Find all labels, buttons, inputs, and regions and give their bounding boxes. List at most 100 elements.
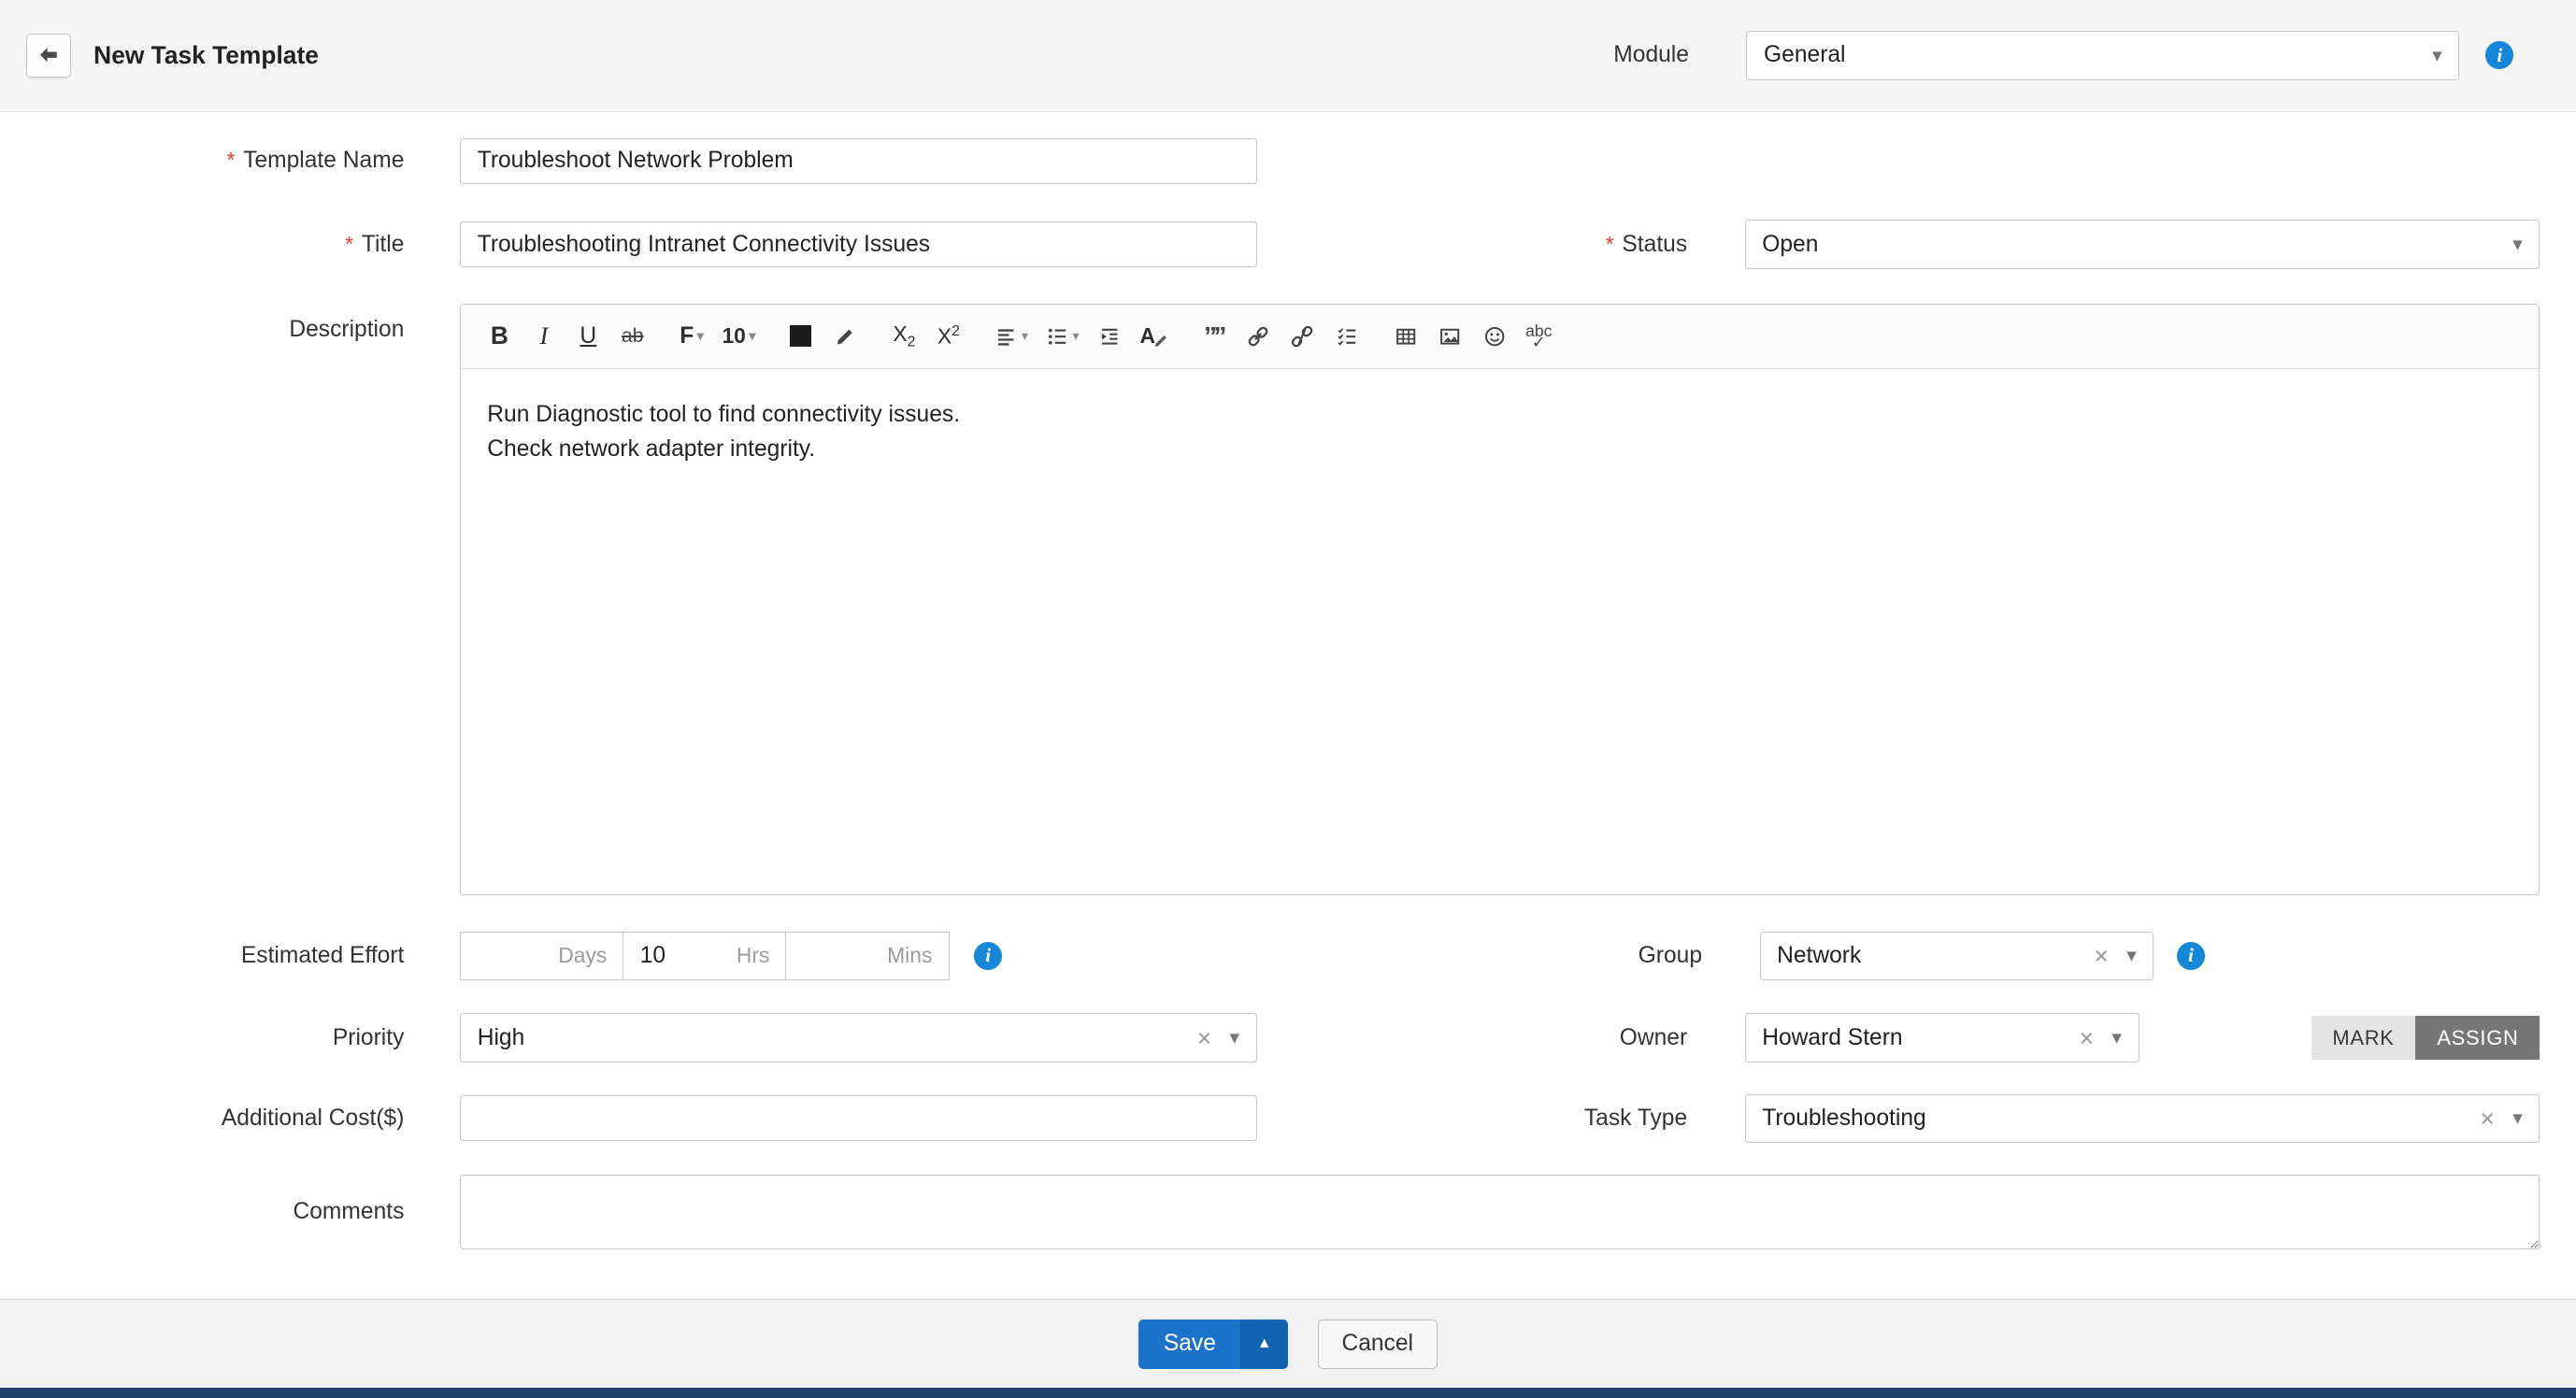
font-color-swatch-icon — [790, 325, 811, 347]
align-left-icon — [994, 324, 1018, 349]
chevron-down-icon: ▾ — [2111, 1028, 2122, 1048]
italic-button[interactable]: I — [523, 314, 565, 358]
page-title: New Task Template — [93, 41, 319, 70]
chevron-down-icon: ▾ — [749, 328, 755, 344]
title-status-row: *Title * Status Open ▾ — [0, 220, 2540, 269]
subscript-button[interactable]: X2 — [883, 314, 924, 358]
comments-row: Comments — [0, 1175, 2540, 1250]
save-button[interactable]: Save — [1138, 1320, 1240, 1369]
status-label: * Status — [1257, 232, 1745, 258]
remove-link-button[interactable] — [1281, 314, 1323, 358]
strikethrough-icon: ab — [622, 325, 643, 348]
italic-icon: I — [539, 322, 548, 350]
font-family-icon: F — [680, 323, 694, 350]
highlight-button[interactable] — [824, 314, 866, 358]
chevron-down-icon: ▾ — [2432, 46, 2442, 65]
emoji-button[interactable] — [1474, 314, 1515, 358]
strikethrough-button[interactable]: ab — [612, 314, 653, 358]
header-bar: New Task Template Module General ▾ i — [0, 0, 2576, 112]
back-button[interactable] — [26, 34, 70, 78]
underline-button[interactable]: U — [567, 314, 608, 358]
comments-textarea[interactable] — [460, 1175, 2540, 1250]
priority-value: High — [478, 1025, 1188, 1051]
assign-button[interactable]: ASSIGN — [2415, 1016, 2540, 1060]
additional-cost-input[interactable] — [460, 1095, 1256, 1141]
effort-days-unit: Days — [558, 943, 607, 968]
effort-days-input[interactable]: Days — [460, 932, 624, 981]
module-dropdown[interactable]: General ▾ — [1746, 31, 2459, 80]
spellcheck-button[interactable]: abc✓ — [1518, 314, 1559, 358]
link-icon — [1245, 323, 1271, 350]
new-task-template-page: New Task Template Module General ▾ i * Te… — [0, 0, 2576, 1398]
description-label: Description — [0, 304, 460, 343]
chevron-down-icon: ▾ — [1229, 1028, 1239, 1048]
chevron-down-icon: ▾ — [2512, 235, 2523, 254]
module-info-icon[interactable]: i — [2485, 41, 2513, 69]
owner-value: Howard Stern — [1762, 1025, 2069, 1051]
chevron-up-icon: ▲ — [1257, 1335, 1272, 1351]
title-label: *Title — [0, 232, 460, 258]
effort-info-icon[interactable]: i — [974, 942, 1002, 970]
description-editor: B I U ab F▾ 10▾ X2 X2 — [460, 304, 2540, 895]
status-dropdown[interactable]: Open ▾ — [1745, 220, 2540, 269]
quote-icon: ”” — [1204, 321, 1224, 351]
chevron-down-icon: ▾ — [2512, 1108, 2523, 1128]
required-marker: * — [226, 148, 235, 172]
owner-dropdown[interactable]: Howard Stern × ▾ — [1745, 1013, 2140, 1063]
clear-icon[interactable]: × — [2470, 1106, 2512, 1131]
image-icon — [1438, 324, 1462, 349]
checklist-button[interactable] — [1326, 314, 1367, 358]
description-row: Description B I U ab F▾ 10▾ X2 — [0, 304, 2540, 895]
form-area: * Template Name *Title * Status Open ▾ Des… — [0, 112, 2576, 1300]
title-input[interactable] — [460, 221, 1256, 267]
clear-icon[interactable]: × — [2069, 1026, 2111, 1050]
required-marker: * — [1606, 232, 1614, 256]
additional-cost-label: Additional Cost($) — [0, 1106, 460, 1132]
mark-button[interactable]: MARK — [2311, 1016, 2416, 1060]
editor-toolbar: B I U ab F▾ 10▾ X2 X2 — [461, 305, 2539, 369]
chevron-down-icon: ▾ — [697, 328, 704, 344]
remove-format-button[interactable]: A — [1134, 314, 1176, 358]
bullet-list-icon — [1045, 324, 1069, 349]
priority-owner-row: Priority High × ▾ Owner Howard Stern × ▾… — [0, 1013, 2540, 1063]
clear-icon[interactable]: × — [2084, 944, 2126, 968]
font-color-button[interactable] — [780, 314, 822, 358]
font-size-button[interactable]: 10▾ — [715, 314, 762, 358]
insert-image-button[interactable] — [1429, 314, 1470, 358]
estimated-effort-label: Estimated Effort — [0, 943, 460, 969]
bottom-strip — [0, 1388, 2576, 1398]
insert-link-button[interactable] — [1238, 314, 1279, 358]
template-name-label-text: Template Name — [243, 148, 404, 173]
effort-minutes-input[interactable]: Mins — [785, 932, 950, 981]
insert-table-button[interactable] — [1385, 314, 1426, 358]
priority-label: Priority — [0, 1025, 460, 1051]
group-value: Network — [1777, 943, 2084, 969]
priority-dropdown[interactable]: High × ▾ — [460, 1013, 1256, 1063]
back-arrow-icon — [36, 43, 61, 67]
template-name-input[interactable] — [460, 138, 1256, 184]
description-line: Run Diagnostic tool to find connectivity… — [487, 398, 2512, 433]
clear-icon[interactable]: × — [1187, 1026, 1229, 1050]
task-type-dropdown[interactable]: Troubleshooting × ▾ — [1745, 1094, 2540, 1144]
font-family-button[interactable]: F▾ — [671, 314, 712, 358]
description-content[interactable]: Run Diagnostic tool to find connectivity… — [461, 369, 2539, 894]
group-info-icon[interactable]: i — [2177, 942, 2205, 970]
unlink-icon — [1289, 323, 1315, 350]
indent-icon — [1097, 324, 1122, 349]
superscript-button[interactable]: X2 — [928, 314, 969, 358]
status-label-text: Status — [1622, 232, 1687, 257]
indent-button[interactable] — [1089, 314, 1130, 358]
module-label: Module — [1613, 42, 1689, 68]
align-button[interactable]: ▾ — [987, 314, 1035, 358]
bullet-list-button[interactable]: ▾ — [1038, 314, 1086, 358]
task-type-label: Task Type — [1257, 1106, 1745, 1132]
blockquote-button[interactable]: ”” — [1193, 314, 1234, 358]
module-value: General — [1764, 42, 2432, 68]
group-dropdown[interactable]: Network × ▾ — [1760, 932, 2154, 981]
effort-hours-input[interactable]: 10 Hrs — [623, 932, 787, 981]
spellcheck-icon: abc✓ — [1525, 325, 1552, 349]
bold-button[interactable]: B — [479, 314, 520, 358]
cancel-button[interactable]: Cancel — [1318, 1320, 1438, 1369]
owner-label: Owner — [1257, 1025, 1745, 1051]
save-dropdown-toggle[interactable]: ▲ — [1240, 1320, 1288, 1369]
